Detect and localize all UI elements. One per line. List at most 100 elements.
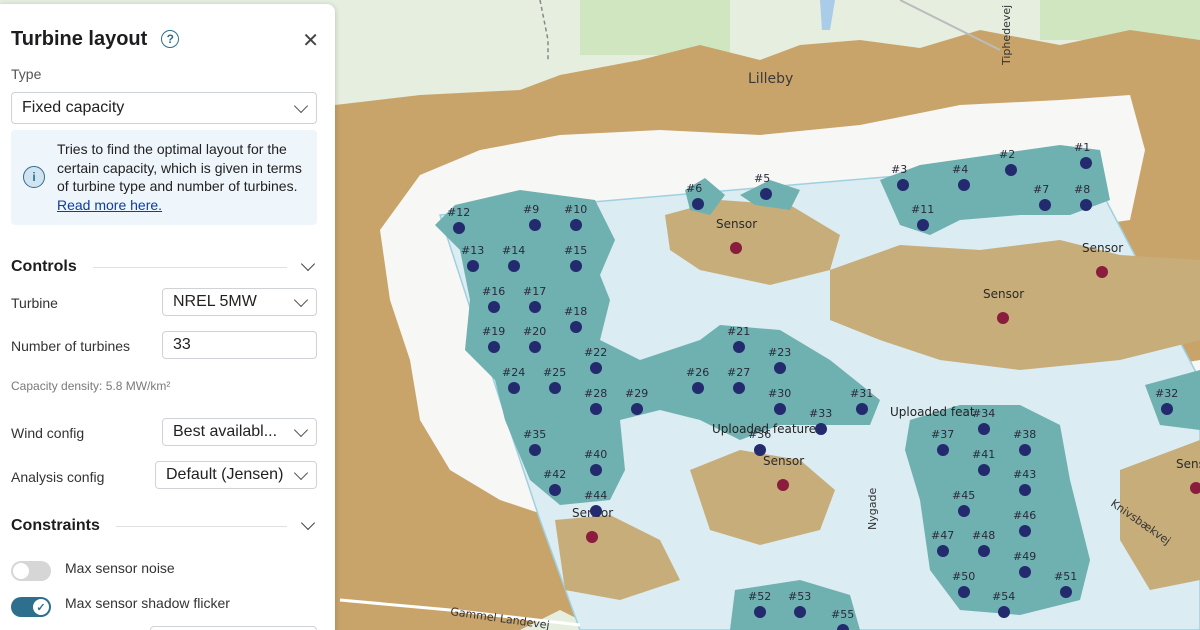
road-label-tiphedevej: Tiphedevej bbox=[1000, 5, 1013, 66]
turbine-marker[interactable] bbox=[1080, 157, 1092, 169]
turbine-marker[interactable] bbox=[1080, 199, 1092, 211]
check-icon: ✓ bbox=[33, 599, 49, 615]
turbine-marker[interactable] bbox=[958, 505, 970, 517]
turbine-marker[interactable] bbox=[529, 219, 541, 231]
turbine-marker[interactable] bbox=[774, 403, 786, 415]
turbine-marker[interactable] bbox=[453, 222, 465, 234]
constraint-input[interactable] bbox=[150, 626, 317, 630]
turbine-marker[interactable] bbox=[1161, 403, 1173, 415]
wind-config-select[interactable]: Best availabl... bbox=[162, 418, 317, 446]
turbine-marker[interactable] bbox=[856, 403, 868, 415]
turbine-marker[interactable] bbox=[631, 403, 643, 415]
turbine-marker[interactable] bbox=[760, 188, 772, 200]
turbine-select[interactable]: NREL 5MW bbox=[162, 288, 317, 316]
chevron-down-icon bbox=[300, 256, 316, 272]
turbine-marker[interactable] bbox=[1060, 586, 1072, 598]
place-label-lilleby: Lilleby bbox=[748, 71, 793, 87]
turbine-marker[interactable] bbox=[590, 362, 602, 374]
type-select[interactable]: Fixed capacity bbox=[11, 92, 317, 124]
turbine-label: #26 bbox=[686, 366, 709, 379]
constraints-section-header[interactable]: Constraints bbox=[11, 515, 317, 537]
turbine-marker[interactable] bbox=[590, 505, 602, 517]
question-circle-icon[interactable]: ? bbox=[161, 30, 180, 48]
turbine-marker[interactable] bbox=[794, 606, 806, 618]
sensor-label: Sensor bbox=[983, 287, 1024, 301]
controls-section-header[interactable]: Controls bbox=[11, 256, 317, 278]
sensor-marker[interactable] bbox=[777, 479, 789, 491]
turbine-marker[interactable] bbox=[549, 382, 561, 394]
info-box: i Tries to find the optimal layout for t… bbox=[11, 130, 317, 225]
turbine-marker[interactable] bbox=[488, 301, 500, 313]
turbine-marker[interactable] bbox=[998, 606, 1010, 618]
turbine-marker[interactable] bbox=[570, 321, 582, 333]
turbine-marker[interactable] bbox=[815, 423, 827, 435]
max-sensor-noise-label: Max sensor noise bbox=[65, 560, 175, 576]
turbine-label: #2 bbox=[999, 148, 1015, 161]
toggle-knob bbox=[13, 563, 29, 579]
turbine-marker[interactable] bbox=[529, 301, 541, 313]
turbine-label: #6 bbox=[686, 182, 702, 195]
turbine-marker[interactable] bbox=[692, 382, 704, 394]
constraints-title: Constraints bbox=[11, 517, 100, 534]
turbine-marker[interactable] bbox=[1019, 525, 1031, 537]
turbine-label: #49 bbox=[1013, 550, 1036, 563]
turbine-marker[interactable] bbox=[590, 464, 602, 476]
turbine-label: #24 bbox=[502, 366, 525, 379]
turbine-marker[interactable] bbox=[978, 545, 990, 557]
divider bbox=[92, 266, 287, 268]
turbine-label: #29 bbox=[625, 387, 648, 400]
turbine-label: Turbine bbox=[11, 295, 58, 311]
read-more-link[interactable]: Read more here. bbox=[57, 197, 162, 213]
turbine-marker[interactable] bbox=[508, 260, 520, 272]
turbine-label: #34 bbox=[972, 407, 995, 420]
panel-header: Turbine layout ? ✕ bbox=[11, 26, 319, 53]
turbine-marker[interactable] bbox=[508, 382, 520, 394]
turbine-marker[interactable] bbox=[897, 179, 909, 191]
chevron-down-icon bbox=[300, 515, 316, 531]
turbine-marker[interactable] bbox=[958, 179, 970, 191]
turbine-marker[interactable] bbox=[917, 219, 929, 231]
turbine-marker[interactable] bbox=[978, 423, 990, 435]
turbine-marker[interactable] bbox=[692, 198, 704, 210]
turbine-select-value: NREL 5MW bbox=[173, 293, 257, 310]
turbine-marker[interactable] bbox=[1019, 566, 1031, 578]
turbine-marker[interactable] bbox=[488, 341, 500, 353]
turbine-marker[interactable] bbox=[549, 484, 561, 496]
turbine-marker[interactable] bbox=[978, 464, 990, 476]
num-turbines-input[interactable]: 33 bbox=[162, 331, 317, 359]
turbine-marker[interactable] bbox=[754, 444, 766, 456]
turbine-marker[interactable] bbox=[467, 260, 479, 272]
turbine-marker[interactable] bbox=[937, 444, 949, 456]
turbine-label: #22 bbox=[584, 346, 607, 359]
turbine-marker[interactable] bbox=[733, 382, 745, 394]
sensor-marker[interactable] bbox=[997, 312, 1009, 324]
max-sensor-noise-toggle[interactable] bbox=[11, 561, 51, 581]
capacity-density-hint: Capacity density: 5.8 MW/km² bbox=[11, 379, 171, 393]
turbine-marker[interactable] bbox=[590, 403, 602, 415]
chevron-down-icon bbox=[293, 292, 309, 308]
turbine-marker[interactable] bbox=[937, 545, 949, 557]
sensor-marker[interactable] bbox=[586, 531, 598, 543]
turbine-marker[interactable] bbox=[774, 362, 786, 374]
turbine-marker[interactable] bbox=[529, 341, 541, 353]
turbine-marker[interactable] bbox=[1005, 164, 1017, 176]
turbine-marker[interactable] bbox=[1039, 199, 1051, 211]
close-icon[interactable]: ✕ bbox=[302, 28, 319, 53]
turbine-marker[interactable] bbox=[570, 260, 582, 272]
turbine-marker[interactable] bbox=[570, 219, 582, 231]
max-shadow-flicker-toggle[interactable]: ✓ bbox=[11, 597, 51, 617]
sensor-label: Sensor bbox=[1176, 457, 1200, 471]
turbine-marker[interactable] bbox=[529, 444, 541, 456]
turbine-marker[interactable] bbox=[733, 341, 745, 353]
analysis-config-label: Analysis config bbox=[11, 469, 105, 485]
sensor-marker[interactable] bbox=[730, 242, 742, 254]
turbine-label: #36 bbox=[748, 428, 771, 441]
sensor-marker[interactable] bbox=[1096, 266, 1108, 278]
turbine-marker[interactable] bbox=[754, 606, 766, 618]
turbine-label: #19 bbox=[482, 325, 505, 338]
info-description: Tries to find the optimal layout for the… bbox=[57, 141, 302, 194]
analysis-config-select[interactable]: Default (Jensen) bbox=[155, 461, 317, 489]
turbine-marker[interactable] bbox=[958, 586, 970, 598]
turbine-marker[interactable] bbox=[1019, 444, 1031, 456]
turbine-marker[interactable] bbox=[1019, 484, 1031, 496]
